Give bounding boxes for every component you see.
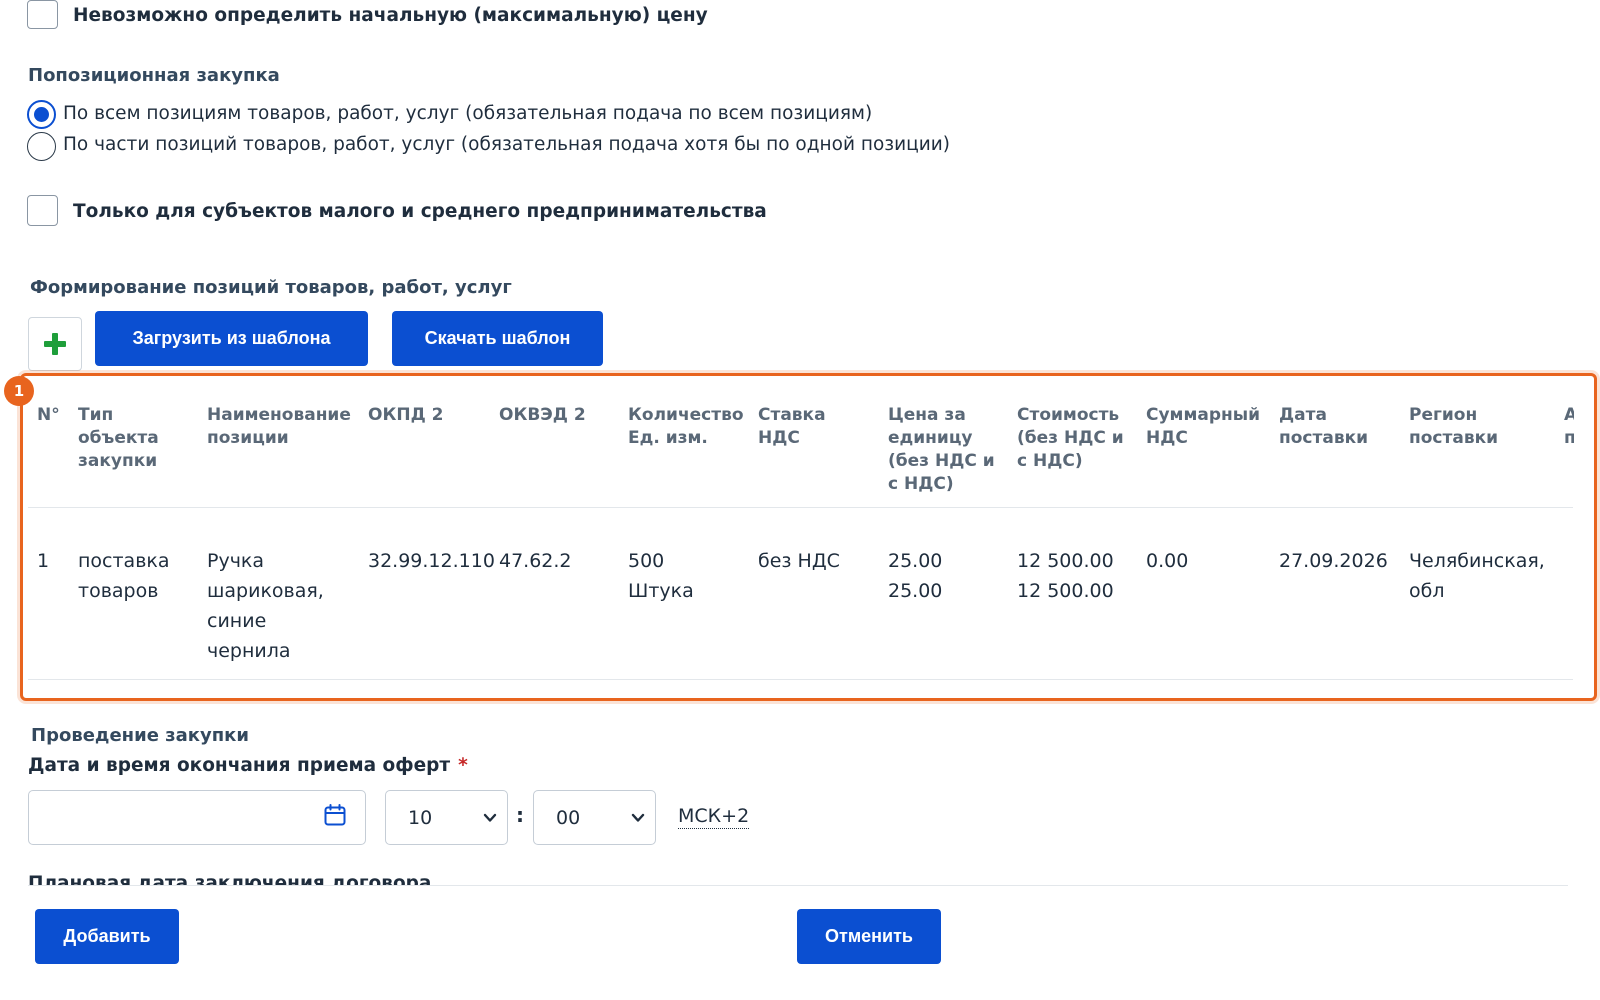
annotation-badge: 1 [4, 376, 34, 406]
td-okpd: 32.99.12.110 [368, 550, 495, 572]
add-button[interactable]: Добавить [35, 909, 179, 964]
deadline-date-input[interactable] [28, 790, 366, 845]
td-delivery-date: 27.09.2026 [1279, 550, 1388, 572]
calendar-icon[interactable] [323, 803, 347, 827]
required-asterisk: * [458, 755, 468, 776]
time-separator: : [516, 803, 524, 827]
td-name: Ручка шариковая, синие чернила [207, 550, 324, 662]
td-unit: Штука [628, 580, 694, 602]
td-qty: 500 [628, 550, 665, 572]
deadline-minute-select[interactable]: 00 [533, 790, 656, 845]
planned-contract-date-label: Плановая дата заключения договора [28, 873, 432, 885]
th-name: Наименование позиции [207, 405, 351, 448]
sme-only-checkbox[interactable] [27, 195, 58, 226]
chevron-down-icon [631, 813, 645, 822]
td-cost-no-vat: 12 500.00 [1017, 550, 1114, 572]
th-extra: А п [1564, 405, 1574, 448]
radio-part-positions-label: По части позиций товаров, работ, услуг (… [63, 134, 950, 155]
initial-price-checkbox-label: Невозможно определить начальную (максима… [73, 5, 708, 26]
chevron-down-icon [483, 813, 497, 822]
th-delivery-date: Дата поставки [1279, 405, 1369, 448]
td-total-vat: 0.00 [1146, 550, 1189, 572]
td-vat-rate: без НДС [758, 550, 840, 572]
th-num: N° [37, 405, 60, 425]
td-num: 1 [37, 550, 50, 572]
timezone-label[interactable]: МСК+2 [678, 804, 750, 829]
deadline-hour-select[interactable]: 10 [385, 790, 508, 845]
th-okved: ОКВЭД 2 [499, 405, 586, 425]
td-unit-price-no-vat: 25.00 [888, 550, 943, 572]
td-cost-vat: 12 500.00 [1017, 580, 1114, 602]
radio-all-positions[interactable] [27, 100, 56, 129]
td-unit-price-vat: 25.00 [888, 580, 943, 602]
positional-purchase-title: Попозиционная закупка [28, 65, 280, 86]
th-okpd: ОКПД 2 [368, 405, 444, 425]
th-unit-price: Цена за единицу (без НДС и с НДС) [888, 405, 995, 494]
th-total-vat: Суммарный НДС [1146, 405, 1261, 448]
footer-divider [28, 885, 1568, 886]
positions-section-title: Формирование позиций товаров, работ, усл… [30, 277, 512, 298]
conduct-section-title: Проведение закупки [31, 725, 250, 746]
deadline-label-text: Дата и время окончания приема оферт [28, 755, 451, 776]
cancel-button[interactable]: Отменить [797, 909, 941, 964]
add-position-button[interactable] [28, 317, 82, 371]
td-okved: 47.62.2 [499, 550, 572, 572]
load-from-template-button[interactable]: Загрузить из шаблона [95, 311, 368, 366]
initial-price-checkbox[interactable] [27, 0, 58, 29]
th-region: Регион поставки [1409, 405, 1499, 448]
radio-all-positions-label: По всем позициям товаров, работ, услуг (… [63, 103, 873, 124]
th-type: Тип объекта закупки [78, 405, 159, 471]
th-cost: Стоимость (без НДС и с НДС) [1017, 405, 1124, 471]
th-qty: Количество Ед. изм. [628, 405, 744, 448]
sme-only-checkbox-label: Только для субъектов малого и среднего п… [73, 201, 767, 222]
table-header-divider [28, 507, 1573, 508]
minute-value: 00 [556, 806, 581, 829]
td-region: Челябинская, обл [1409, 550, 1545, 602]
table-row-divider [28, 679, 1573, 680]
download-template-button[interactable]: Скачать шаблон [392, 311, 603, 366]
hour-value: 10 [408, 806, 433, 829]
td-type: поставка товаров [78, 550, 170, 602]
radio-part-positions[interactable] [27, 132, 56, 161]
deadline-label: Дата и время окончания приема оферт * [28, 755, 468, 776]
th-vat-rate: Ставка НДС [758, 405, 826, 448]
plus-icon [44, 333, 66, 355]
